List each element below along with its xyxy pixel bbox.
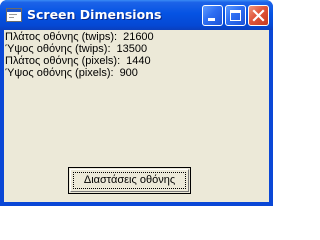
window-frame-bottom[interactable]	[0, 202, 273, 206]
screen-height-pixels-line: Ύψος οθόνης (pixels): 900	[5, 67, 138, 79]
screen-height-twips-line: Ύψος οθόνης (twips): 13500	[5, 43, 147, 55]
screen-width-pixels-value: 1440	[126, 55, 151, 67]
screen-height-pixels-label: Ύψος οθόνης (pixels):	[5, 67, 114, 79]
screen-width-twips-label: Πλάτος οθόνης (twips):	[5, 31, 118, 43]
minimize-icon	[208, 18, 215, 21]
window-title: Screen Dimensions	[27, 7, 162, 22]
form-client-area: Πλάτος οθόνης (twips): 21600 Ύψος οθόνης …	[4, 30, 269, 202]
screen-dimensions-button[interactable]: Διαστάσεις οθόνης	[68, 167, 191, 194]
maximize-icon	[230, 10, 241, 21]
screen-width-pixels-line: Πλάτος οθόνης (pixels): 1440	[5, 55, 151, 67]
screen-width-pixels-label: Πλάτος οθόνης (pixels):	[5, 55, 121, 67]
close-icon	[252, 9, 265, 22]
title-bar[interactable]: Screen Dimensions	[0, 0, 273, 30]
maximize-button[interactable]	[225, 5, 246, 26]
screen-width-twips-line: Πλάτος οθόνης (twips): 21600	[5, 31, 154, 43]
minimize-button[interactable]	[202, 5, 223, 26]
screen-width-twips-value: 21600	[123, 31, 154, 43]
app-window: Screen Dimensions Πλάτος οθόνης (twips):…	[0, 0, 273, 206]
close-button[interactable]	[248, 5, 269, 26]
screen-dimensions-button-label: Διαστάσεις οθόνης	[83, 174, 176, 186]
screen-height-pixels-value: 900	[119, 67, 138, 79]
vb-form-icon	[6, 8, 22, 22]
screen-height-twips-label: Ύψος οθόνης (twips):	[5, 43, 111, 55]
screen-height-twips-value: 13500	[116, 43, 148, 55]
